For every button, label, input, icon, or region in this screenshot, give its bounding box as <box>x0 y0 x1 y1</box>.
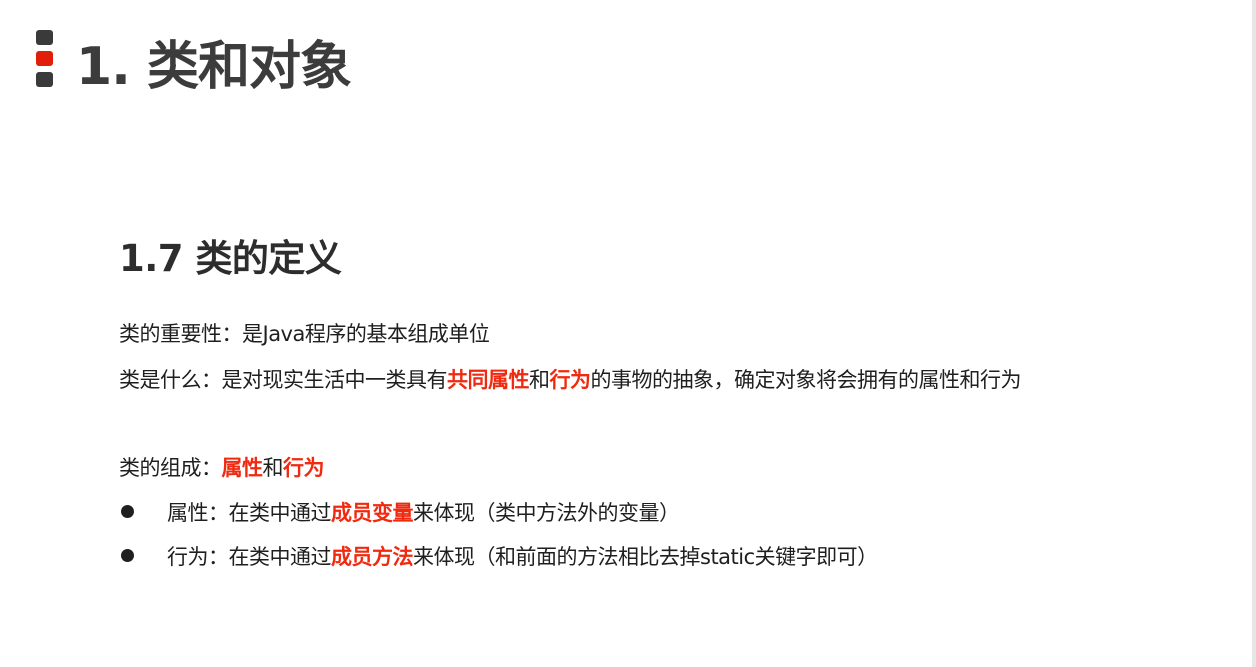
page-title-number: 1. <box>76 37 131 97</box>
page-title: 1. 类和对象 <box>76 24 352 99</box>
composition-highlight-attributes: 属性 <box>221 456 264 480</box>
bullet-label: 属性： <box>167 501 229 525</box>
slide-edge-strip <box>1252 0 1256 667</box>
definition-highlight-behavior: 行为 <box>549 368 592 392</box>
section-title-number: 1.7 <box>119 237 184 280</box>
bullet-dot-icon <box>121 505 134 518</box>
bullet-highlight-member-variable: 成员变量 <box>331 501 414 525</box>
definition-text-2: 和 <box>529 368 550 392</box>
definition-label: 类是什么： <box>119 368 222 392</box>
marker-block-top <box>36 30 53 45</box>
composition-label: 类的组成： <box>119 456 222 480</box>
importance-label: 类的重要性： <box>119 322 243 346</box>
bullet-text-2: 来体现（类中方法外的变量） <box>413 501 680 525</box>
definition-text-1: 是对现实生活中一类具有 <box>221 368 448 392</box>
definition-text-3: 的事物的抽象，确定对象将会拥有的属性和行为 <box>590 368 1022 392</box>
bullet-dot-icon <box>121 549 134 562</box>
section-title: 1.7 类的定义 <box>119 228 342 282</box>
bullet-text-1: 在类中通过 <box>228 501 332 525</box>
bullet-item-attributes: 属性：在类中通过成员变量来体现（类中方法外的变量） <box>167 497 680 527</box>
bullet-item-behavior: 行为：在类中通过成员方法来体现（和前面的方法相比去掉static关键字即可） <box>167 541 878 571</box>
bullet-text-2: 来体现（和前面的方法相比去掉static关键字即可） <box>413 545 878 569</box>
importance-text: 是Java程序的基本组成单位 <box>242 322 490 346</box>
composition-line: 类的组成：属性和行为 <box>119 452 325 482</box>
marker-block-middle <box>36 51 53 66</box>
bullet-highlight-member-method: 成员方法 <box>331 545 414 569</box>
section-title-text: 类的定义 <box>195 237 342 280</box>
definition-highlight-common-attributes: 共同属性 <box>447 368 530 392</box>
bullet-label: 行为： <box>167 545 229 569</box>
marker-block-bottom <box>36 72 53 87</box>
title-marker-icon <box>36 30 54 93</box>
composition-highlight-behavior: 行为 <box>283 456 325 480</box>
importance-line: 类的重要性：是Java程序的基本组成单位 <box>119 318 490 348</box>
page-title-text: 类和对象 <box>147 37 352 97</box>
definition-line: 类是什么：是对现实生活中一类具有共同属性和行为的事物的抽象，确定对象将会拥有的属… <box>119 364 1021 394</box>
bullet-text-1: 在类中通过 <box>228 545 332 569</box>
composition-text: 和 <box>262 456 284 480</box>
